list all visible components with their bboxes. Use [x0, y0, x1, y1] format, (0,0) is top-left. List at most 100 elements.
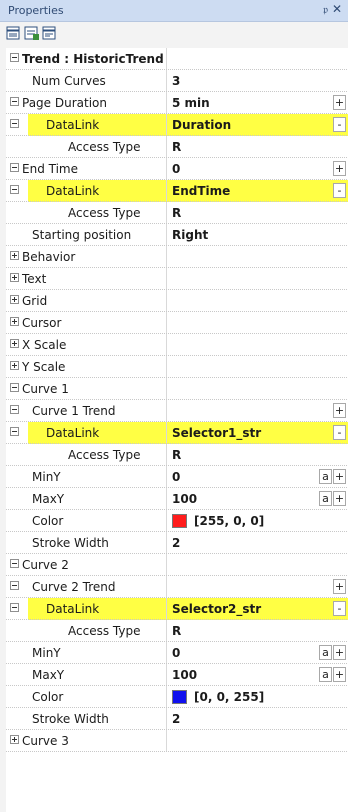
- property-label: DataLink: [46, 118, 100, 132]
- property-row-curve-2-stroke[interactable]: Stroke Width 2: [6, 708, 348, 730]
- property-row-grid[interactable]: Grid: [6, 290, 348, 312]
- property-value[interactable]: 2: [172, 712, 180, 726]
- collapse-icon[interactable]: [10, 581, 19, 590]
- property-label: Y Scale: [22, 360, 66, 374]
- collapse-icon[interactable]: [10, 603, 19, 612]
- property-row-text[interactable]: Text: [6, 268, 348, 290]
- property-value[interactable]: 5 min: [172, 96, 210, 110]
- add-button[interactable]: +: [333, 667, 346, 682]
- column-separator: [166, 158, 167, 180]
- property-value[interactable]: 2: [172, 536, 180, 550]
- property-row-curve-1-access[interactable]: Access Type R: [6, 444, 348, 466]
- expand-icon[interactable]: [10, 317, 19, 326]
- property-row-end-time-datalink[interactable]: DataLink EndTime -: [6, 180, 348, 202]
- collapse-icon[interactable]: [10, 163, 19, 172]
- remove-button[interactable]: -: [333, 425, 346, 440]
- collapse-icon[interactable]: [10, 405, 19, 414]
- column-separator: [166, 510, 167, 532]
- expand-icon[interactable]: [10, 361, 19, 370]
- add-button[interactable]: +: [333, 95, 346, 110]
- add-button[interactable]: +: [333, 161, 346, 176]
- color-swatch[interactable]: [172, 514, 187, 528]
- property-row-starting-position[interactable]: Starting position Right: [6, 224, 348, 246]
- property-value[interactable]: 100: [172, 668, 197, 682]
- property-value[interactable]: EndTime: [172, 184, 230, 198]
- property-value[interactable]: 100: [172, 492, 197, 506]
- property-value[interactable]: R: [172, 624, 181, 638]
- remove-button[interactable]: -: [333, 117, 346, 132]
- property-row-curve-1-trend[interactable]: Curve 1 Trend +: [6, 400, 348, 422]
- property-label: DataLink: [46, 184, 100, 198]
- property-row-page-duration[interactable]: Page Duration 5 min +: [6, 92, 348, 114]
- expand-icon[interactable]: [10, 273, 19, 282]
- expand-icon[interactable]: [10, 295, 19, 304]
- property-row-page-duration-datalink[interactable]: DataLink Duration -: [6, 114, 348, 136]
- property-row-num-curves[interactable]: Num Curves 3: [6, 70, 348, 92]
- alphabetical-view-icon[interactable]: [24, 26, 40, 41]
- property-value[interactable]: R: [172, 448, 181, 462]
- property-row-page-duration-access[interactable]: Access Type R: [6, 136, 348, 158]
- property-row-behavior[interactable]: Behavior: [6, 246, 348, 268]
- property-row-curve-1-datalink[interactable]: DataLink Selector1_str -: [6, 422, 348, 444]
- property-value[interactable]: Selector1_str: [172, 426, 261, 440]
- categorized-view-icon[interactable]: [6, 26, 22, 41]
- add-button[interactable]: +: [333, 491, 346, 506]
- property-row-curve-2-color[interactable]: Color [0, 0, 255]: [6, 686, 348, 708]
- property-value[interactable]: 0: [172, 162, 180, 176]
- color-swatch[interactable]: [172, 690, 187, 704]
- auto-button[interactable]: a: [319, 645, 332, 660]
- collapse-icon[interactable]: [10, 427, 19, 436]
- property-value[interactable]: Right: [172, 228, 208, 242]
- auto-button[interactable]: a: [319, 491, 332, 506]
- auto-button[interactable]: a: [319, 667, 332, 682]
- collapse-icon[interactable]: [10, 53, 19, 62]
- property-row-curve-1-miny[interactable]: MinY 0 + a: [6, 466, 348, 488]
- property-row-curve-1-maxy[interactable]: MaxY 100 + a: [6, 488, 348, 510]
- add-button[interactable]: +: [333, 579, 346, 594]
- property-value[interactable]: Duration: [172, 118, 231, 132]
- property-name-cell: [6, 466, 166, 488]
- property-row-curve-2-maxy[interactable]: MaxY 100 + a: [6, 664, 348, 686]
- collapse-icon[interactable]: [10, 119, 19, 128]
- property-pages-icon[interactable]: [42, 26, 58, 41]
- expand-icon[interactable]: [10, 735, 19, 744]
- property-row-end-time-access[interactable]: Access Type R: [6, 202, 348, 224]
- property-value[interactable]: R: [172, 140, 181, 154]
- property-value[interactable]: 0: [172, 470, 180, 484]
- property-row-end-time[interactable]: End Time 0 +: [6, 158, 348, 180]
- property-row-curve-2-trend[interactable]: Curve 2 Trend +: [6, 576, 348, 598]
- add-button[interactable]: +: [333, 469, 346, 484]
- property-value[interactable]: [0, 0, 255]: [194, 690, 264, 704]
- property-row-y-scale[interactable]: Y Scale: [6, 356, 348, 378]
- property-row-curve-2-miny[interactable]: MinY 0 + a: [6, 642, 348, 664]
- property-row-curve-1-color[interactable]: Color [255, 0, 0]: [6, 510, 348, 532]
- collapse-icon[interactable]: [10, 559, 19, 568]
- property-row-curve-2-datalink[interactable]: DataLink Selector2_str -: [6, 598, 348, 620]
- property-row-x-scale[interactable]: X Scale: [6, 334, 348, 356]
- add-button[interactable]: +: [333, 403, 346, 418]
- collapse-icon[interactable]: [10, 185, 19, 194]
- property-row-curve-2[interactable]: Curve 2: [6, 554, 348, 576]
- property-value[interactable]: [255, 0, 0]: [194, 514, 264, 528]
- property-value[interactable]: Selector2_str: [172, 602, 261, 616]
- property-value[interactable]: 0: [172, 646, 180, 660]
- property-row-cursor[interactable]: Cursor: [6, 312, 348, 334]
- property-row-trend-header[interactable]: Trend : HistoricTrend: [6, 48, 348, 70]
- property-value[interactable]: 3: [172, 74, 180, 88]
- property-row-curve-1[interactable]: Curve 1: [6, 378, 348, 400]
- expand-icon[interactable]: [10, 251, 19, 260]
- auto-button[interactable]: a: [319, 469, 332, 484]
- expand-icon[interactable]: [10, 339, 19, 348]
- property-value[interactable]: R: [172, 206, 181, 220]
- close-icon[interactable]: ✕: [332, 2, 342, 16]
- collapse-icon[interactable]: [10, 97, 19, 106]
- pin-icon[interactable]: 𝔭: [323, 3, 328, 17]
- collapse-icon[interactable]: [10, 383, 19, 392]
- property-row-curve-2-access[interactable]: Access Type R: [6, 620, 348, 642]
- remove-button[interactable]: -: [333, 183, 346, 198]
- add-button[interactable]: +: [333, 645, 346, 660]
- column-separator: [166, 466, 167, 488]
- property-row-curve-1-stroke[interactable]: Stroke Width 2: [6, 532, 348, 554]
- remove-button[interactable]: -: [333, 601, 346, 616]
- property-row-curve-3[interactable]: Curve 3: [6, 730, 348, 752]
